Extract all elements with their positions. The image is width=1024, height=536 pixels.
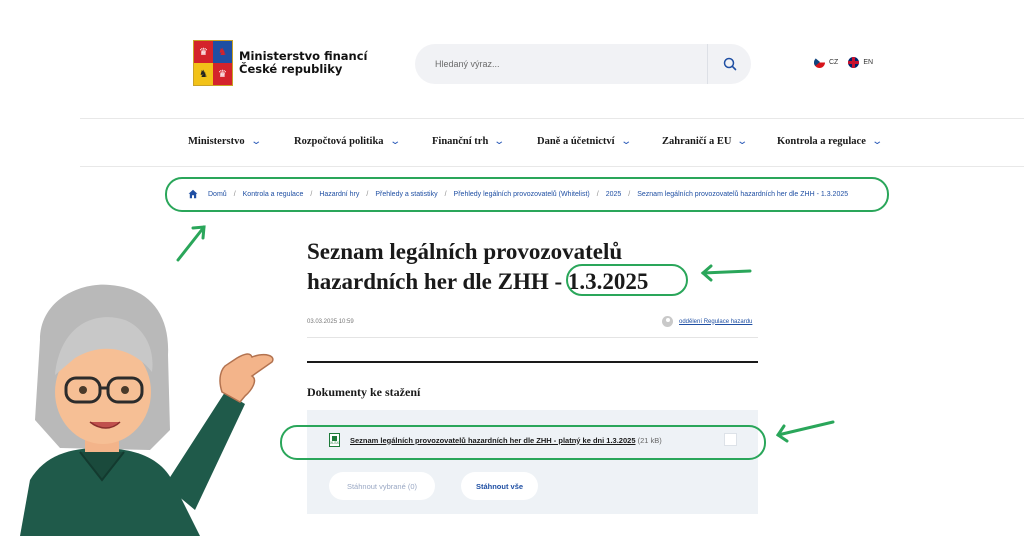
- breadcrumb-separator: /: [366, 190, 369, 198]
- date-highlight: [566, 264, 688, 296]
- breadcrumb-current: Seznam legálních provozovatelů hazardníc…: [637, 190, 849, 198]
- lang-en[interactable]: EN: [848, 57, 873, 68]
- language-switcher: CZ EN: [814, 57, 873, 68]
- lang-cz[interactable]: CZ: [814, 57, 838, 68]
- download-selected-button[interactable]: Stáhnout vybrané (0): [329, 472, 435, 500]
- nav-item-dane-a-ucetnictvi[interactable]: Daně a účetnictví ⌄: [537, 136, 662, 147]
- coat-of-arms-icon: ♛ ♞ ♞ ♛: [193, 40, 233, 86]
- divider: [80, 118, 1024, 119]
- nav-label: Daně a účetnictví: [537, 136, 615, 147]
- breadcrumb: Domů / Kontrola a regulace / Hazardní hr…: [188, 189, 848, 199]
- file-highlight: [280, 425, 766, 460]
- nav-item-kontrola-a-regulace[interactable]: Kontrola a regulace ⌄: [777, 136, 883, 147]
- nav-item-financni-trh[interactable]: Finanční trh ⌄: [432, 136, 537, 147]
- nav-label: Rozpočtová politika: [294, 136, 384, 147]
- download-all-button[interactable]: Stáhnout vše: [461, 472, 538, 500]
- nav-label: Kontrola a regulace: [777, 136, 866, 147]
- breadcrumb-link[interactable]: Přehledy legálních provozovatelů (Whitel…: [454, 191, 590, 198]
- arrow-breadcrumb: [176, 225, 206, 262]
- nav-item-zahranici-a-eu[interactable]: Zahraničí a EU ⌄: [662, 136, 777, 147]
- publish-date: 03.03.2025 10:59: [307, 319, 354, 325]
- arrowhead: [700, 264, 713, 282]
- breadcrumb-separator: /: [233, 190, 236, 198]
- lang-cz-label: CZ: [829, 59, 839, 66]
- breadcrumb-link[interactable]: Kontrola a regulace: [243, 191, 304, 198]
- title-line-1: Seznam legálních provozovatelů: [307, 239, 623, 264]
- chevron-down-icon: ⌄: [736, 136, 749, 147]
- presenter-avatar: [20, 284, 274, 536]
- search-bar: [415, 44, 751, 84]
- search-button[interactable]: [707, 44, 751, 84]
- breadcrumb-separator: /: [596, 190, 599, 198]
- arrowhead: [775, 424, 789, 443]
- breadcrumb-separator: /: [628, 190, 631, 198]
- author-name: oddělení Regulace hazardu: [679, 318, 753, 325]
- breadcrumb-link[interactable]: 2025: [606, 191, 622, 198]
- logo-line-2: České republiky: [239, 62, 343, 76]
- chevron-down-icon: ⌄: [388, 136, 401, 147]
- breadcrumb-link[interactable]: Hazardní hry: [319, 191, 359, 198]
- breadcrumb-separator: /: [444, 190, 447, 198]
- uk-flag-icon: [848, 57, 860, 68]
- documents-heading: Dokumenty ke stažení: [307, 385, 421, 399]
- arrow-date: [701, 269, 752, 275]
- ministry-logo[interactable]: ♛ ♞ ♞ ♛ Ministerstvo financí České republi…: [193, 40, 368, 86]
- arrowhead: [191, 225, 206, 240]
- breadcrumb-link[interactable]: Domů: [208, 191, 227, 198]
- divider: [307, 337, 758, 338]
- home-icon[interactable]: [188, 189, 198, 199]
- arrow-file: [776, 420, 835, 437]
- breadcrumb-separator: /: [310, 190, 313, 198]
- chevron-down-icon: ⌄: [249, 136, 262, 147]
- nav-label: Ministerstvo: [188, 136, 245, 147]
- chevron-down-icon: ⌄: [493, 136, 506, 147]
- divider: [307, 361, 758, 363]
- user-icon: [662, 316, 673, 327]
- search-icon: [723, 57, 736, 71]
- author-link[interactable]: oddělení Regulace hazardu: [662, 316, 752, 327]
- divider: [80, 166, 1024, 167]
- nav-label: Finanční trh: [432, 136, 489, 147]
- search-input[interactable]: [415, 59, 705, 69]
- lang-en-label: EN: [863, 59, 874, 66]
- chevron-down-icon: ⌄: [619, 136, 632, 147]
- czech-flag-icon: [814, 57, 825, 68]
- nav-label: Zahraničí a EU: [662, 136, 732, 147]
- nav-item-rozpoctova-politika[interactable]: Rozpočtová politika ⌄: [294, 136, 432, 147]
- nav-item-ministerstvo[interactable]: Ministerstvo ⌄: [188, 136, 294, 147]
- breadcrumb-link[interactable]: Přehledy a statistiky: [375, 191, 437, 198]
- main-nav: Ministerstvo ⌄ Rozpočtová politika ⌄ Finan…: [188, 136, 883, 147]
- logo-text: Ministerstvo financí České republiky: [239, 50, 368, 76]
- chevron-down-icon: ⌄: [871, 136, 883, 147]
